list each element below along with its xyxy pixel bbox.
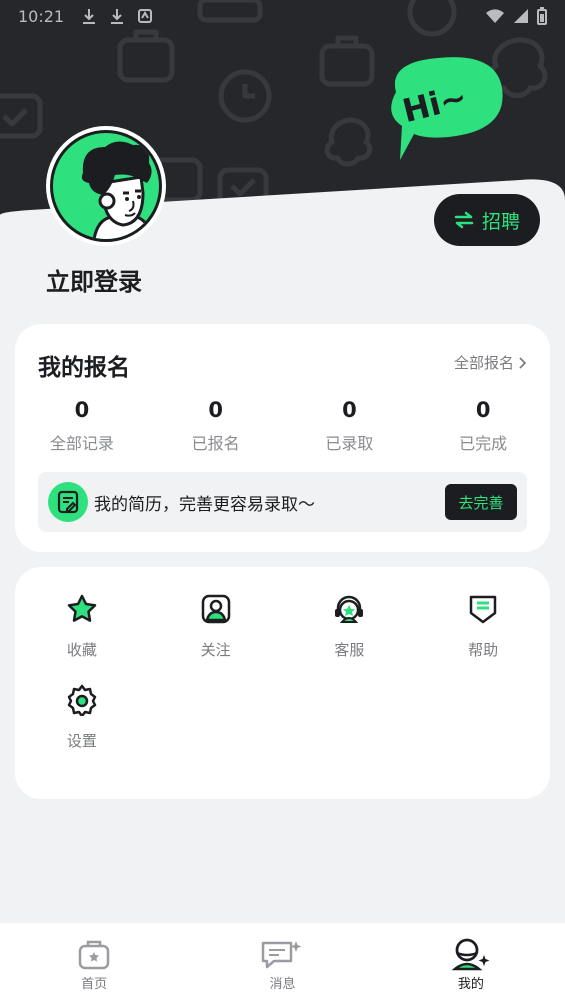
all-signup-link[interactable]: 全部报名: [454, 352, 526, 373]
stat-value: 0: [342, 398, 357, 422]
status-bar: 10:21: [0, 0, 565, 32]
menu-item-customer-service[interactable]: 客服: [283, 591, 417, 660]
tab-messages[interactable]: 消息: [188, 923, 376, 1004]
stat-signed-up[interactable]: 0 已报名: [149, 398, 283, 454]
tab-profile[interactable]: 我的: [377, 923, 565, 1004]
login-link[interactable]: 立即登录: [46, 262, 142, 297]
stat-label: 已报名: [191, 434, 240, 453]
wifi-icon: [486, 9, 504, 23]
menu-label: 关注: [200, 641, 231, 659]
resume-text: 我的简历，完善更容易录取～: [94, 494, 315, 515]
stat-all-records[interactable]: 0 全部记录: [15, 398, 149, 454]
download-icon-2: [111, 9, 124, 24]
complete-resume-button[interactable]: 去完善: [445, 484, 517, 520]
customer-service-icon: [331, 591, 367, 627]
menu-label: 收藏: [66, 641, 97, 659]
star-icon: [64, 591, 100, 627]
resume-banner[interactable]: 我的简历，完善更容易录取～ 去完善: [38, 472, 527, 532]
cartoon-face-icon: [81, 141, 154, 239]
home-briefcase-icon: [78, 940, 110, 970]
status-time: 10:21: [18, 6, 65, 26]
menu-item-settings[interactable]: 设置: [15, 682, 149, 751]
battery-icon: [537, 7, 547, 25]
stat-admitted[interactable]: 0 已录取: [283, 398, 417, 454]
menu-label: 客服: [334, 641, 365, 659]
my-signup-card: 我的报名 全部报名 0 全部记录 0 已报名 0 已录取 0 已完成 我的简历，…: [15, 324, 550, 552]
settings-icon: [64, 682, 100, 718]
menu-label: 设置: [66, 732, 97, 750]
stat-value: 0: [208, 398, 223, 422]
tab-label: 消息: [269, 977, 296, 992]
download-icon: [83, 9, 96, 24]
notification-icon: [138, 9, 153, 23]
help-icon: [465, 591, 501, 627]
signup-title: 我的报名: [38, 355, 130, 381]
stat-value: 0: [475, 398, 491, 422]
stat-label: 已完成: [459, 434, 508, 453]
hi-bubble-icon: Hi~: [391, 57, 503, 161]
recruit-button[interactable]: 招聘: [434, 194, 540, 246]
message-icon: [262, 941, 302, 969]
stat-value: 0: [74, 398, 90, 422]
chevron-right-icon: [519, 356, 526, 369]
follow-icon: [198, 591, 234, 627]
stat-completed[interactable]: 0 已完成: [416, 398, 550, 454]
avatar[interactable]: [46, 126, 166, 246]
signal-icon: [514, 9, 528, 23]
menu-item-help[interactable]: 帮助: [416, 591, 550, 660]
menu-item-favorites[interactable]: 收藏: [15, 591, 149, 660]
stat-label: 已录取: [325, 434, 374, 453]
recruit-label: 招聘: [481, 210, 520, 233]
profile-icon: [451, 938, 490, 971]
all-signup-label: 全部报名: [453, 354, 514, 372]
menu-label: 帮助: [468, 641, 499, 659]
stat-label: 全部记录: [49, 434, 114, 453]
tab-label: 首页: [81, 977, 108, 992]
menu-card: 收藏 关注 客服 帮助 设置: [15, 567, 550, 799]
tab-label: 我的: [457, 977, 484, 992]
switch-arrows-icon: [454, 211, 474, 229]
menu-item-follow[interactable]: 关注: [149, 591, 283, 660]
signup-stats: 0 全部记录 0 已报名 0 已录取 0 已完成: [15, 398, 550, 454]
bottom-tab-bar: 首页 消息 我的: [0, 923, 565, 1004]
tab-home[interactable]: 首页: [0, 923, 188, 1004]
avatar-image: [50, 130, 162, 242]
resume-icon: [48, 482, 88, 522]
